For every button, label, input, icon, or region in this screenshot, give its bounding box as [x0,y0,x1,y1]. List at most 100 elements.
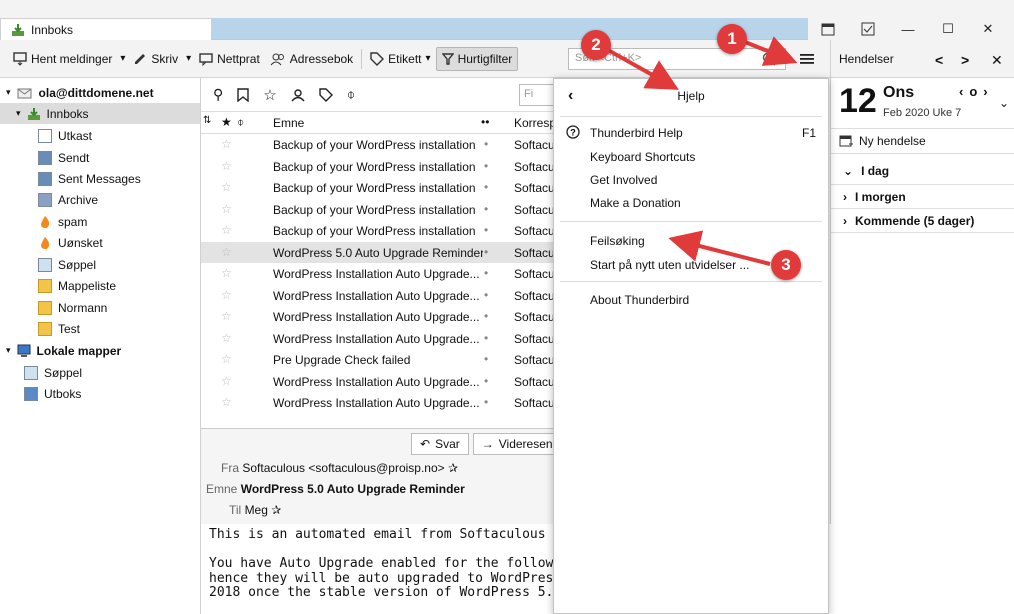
read-dot-icon[interactable]: • [484,223,488,237]
star-icon[interactable]: ☆ [221,137,232,151]
read-dot-icon[interactable]: • [484,395,488,409]
table-row[interactable]: ☆ WordPress Installation Auto Upgrade... •… [201,328,554,349]
folder-trash[interactable]: Søppel [38,254,96,275]
folder-normann[interactable]: Normann [38,297,107,318]
read-status-column-icon[interactable]: •• [481,115,489,129]
read-dot-icon[interactable]: • [484,137,488,151]
table-row[interactable]: ☆ WordPress 5.0 Auto Upgrade Reminder • Sof… [201,241,554,263]
read-dot-icon[interactable]: • [484,159,488,173]
reply-button[interactable]: ↶ Svar [411,433,469,455]
menu-item-keyboard-shortcuts[interactable]: Keyboard Shortcuts [590,150,695,164]
menu-item-restart-without-addons[interactable]: Start på nytt uten utvidelser ... [590,258,749,272]
star-icon[interactable]: ☆ [221,159,232,173]
folder-sent[interactable]: Sendt [38,147,89,168]
tag-button[interactable]: Etikett ▾ [365,47,435,71]
contact-icon[interactable] [291,88,305,102]
tag-icon[interactable] [319,87,333,102]
read-dot-icon[interactable]: • [484,180,488,194]
table-row[interactable]: ☆ WordPress Installation Auto Upgrade... •… [201,392,554,413]
menu-item-get-involved[interactable]: Get Involved [590,173,657,187]
table-row[interactable]: ☆ Backup of your WordPress installation • S… [201,156,554,177]
star-icon[interactable]: ☆ [221,288,232,302]
folder-junk[interactable]: Uønsket [38,232,103,253]
menu-item-troubleshooting[interactable]: Feilsøking [590,234,645,248]
app-menu-button[interactable] [793,48,821,70]
quick-filter-button[interactable]: Hurtigfilter [435,46,519,71]
new-event-button[interactable]: Ny hendelse [831,128,1014,154]
close-pane-icon[interactable]: ✕ [991,52,1003,69]
address-book-button[interactable]: Adressebok [265,47,358,71]
table-row[interactable]: ☆ WordPress Installation Auto Upgrade... •… [201,285,554,306]
write-button[interactable]: Skriv [128,47,183,71]
from-value[interactable]: Softaculous <softaculous@proisp.no> [242,461,444,475]
folder-drafts[interactable]: Utkast [38,125,92,146]
read-dot-icon[interactable]: • [484,288,488,302]
star-icon[interactable]: ✰ [448,461,458,475]
star-icon[interactable]: ☆ [221,202,232,216]
correspondent-column[interactable]: Korresp [514,116,556,130]
chevron-right-icon[interactable]: › [983,84,993,99]
chevron-down-icon[interactable]: ▾ [183,53,194,64]
tab-inbox[interactable]: Innboks [0,18,212,40]
unread-icon[interactable] [237,87,249,102]
read-dot-icon[interactable]: • [484,266,488,280]
star-icon[interactable]: ☆ [221,245,232,259]
star-icon[interactable]: ☆ [221,309,232,323]
star-icon[interactable]: ☆ [221,374,232,388]
minimize-button[interactable]: — [888,18,928,40]
thread-column-icon[interactable]: ⇅ [203,115,211,126]
table-row[interactable]: ☆ Backup of your WordPress installation • S… [201,134,554,155]
folder-spam[interactable]: spam [38,211,87,232]
local-folder-trash[interactable]: Søppel [24,362,82,383]
read-dot-icon[interactable]: • [484,331,488,345]
today-button[interactable]: o [969,84,983,99]
maximize-button[interactable]: ☐ [928,18,968,40]
calendar-toggle-icon[interactable] [808,18,848,40]
chevron-left-icon[interactable]: < [935,52,943,68]
get-messages-button[interactable]: Hent meldinger [8,47,117,71]
table-row[interactable]: ☆ Backup of your WordPress installation • S… [201,199,554,220]
folder-mappeliste[interactable]: Mappeliste [38,275,116,296]
star-icon[interactable]: ☆ [221,223,232,237]
read-dot-icon[interactable]: • [484,374,488,388]
star-icon[interactable]: ☆ [221,266,232,280]
table-row[interactable]: ☆ WordPress Installation Auto Upgrade... •… [201,263,554,284]
chevron-left-icon[interactable]: ‹ [959,84,969,99]
read-dot-icon[interactable]: • [484,352,488,366]
menu-item-about-thunderbird[interactable]: About Thunderbird [590,293,689,307]
star-icon[interactable]: ☆ [221,395,232,409]
table-row[interactable]: ☆ WordPress Installation Auto Upgrade... •… [201,371,554,392]
star-icon[interactable]: ☆ [221,352,232,366]
section-today[interactable]: ⌄ I dag [843,164,889,178]
read-dot-icon[interactable]: • [484,309,488,323]
account-item[interactable]: ▾ ola@dittdomene.net [6,82,154,103]
attachment-column-icon[interactable]: ⌽ [237,115,244,130]
table-row[interactable]: ☆ WordPress Installation Auto Upgrade... •… [201,306,554,327]
to-value[interactable]: Meg [245,503,268,517]
chevron-down-icon[interactable]: ▾ [117,53,128,64]
subject-column[interactable]: Emne [273,116,304,130]
close-button[interactable]: ✕ [968,18,1008,40]
section-tomorrow[interactable]: › I morgen [843,190,906,204]
star-icon[interactable]: ☆ [221,180,232,194]
local-folders-item[interactable]: ▾ Lokale mapper [6,340,121,361]
folder-inbox[interactable]: ▾ Innboks [0,103,200,124]
section-upcoming[interactable]: › Kommende (5 dager) [843,214,974,228]
attachment-icon[interactable]: ⌽ [347,86,355,103]
tasks-toggle-icon[interactable] [848,18,888,40]
folder-test[interactable]: Test [38,318,80,339]
table-row[interactable]: ☆ Backup of your WordPress installation • S… [201,177,554,198]
star-icon[interactable]: ☆ [263,86,276,104]
folder-archive[interactable]: Archive [38,189,98,210]
menu-item-make-donation[interactable]: Make a Donation [590,196,681,210]
table-row[interactable]: ☆ Pre Upgrade Check failed • Softaculous [201,349,554,370]
chat-button[interactable]: Nettprat [194,47,265,71]
chevron-right-icon[interactable]: > [961,52,969,68]
read-dot-icon[interactable]: • [484,245,488,259]
local-folder-outbox[interactable]: Utboks [24,383,81,404]
table-row[interactable]: ☆ Backup of your WordPress installation • S… [201,220,554,241]
pin-icon[interactable]: ⚲ [213,86,223,103]
star-icon[interactable]: ✰ [271,503,281,517]
menu-item-thunderbird-help[interactable]: Thunderbird Help [590,126,683,140]
chevron-down-icon[interactable]: ⌄ [999,96,1009,110]
